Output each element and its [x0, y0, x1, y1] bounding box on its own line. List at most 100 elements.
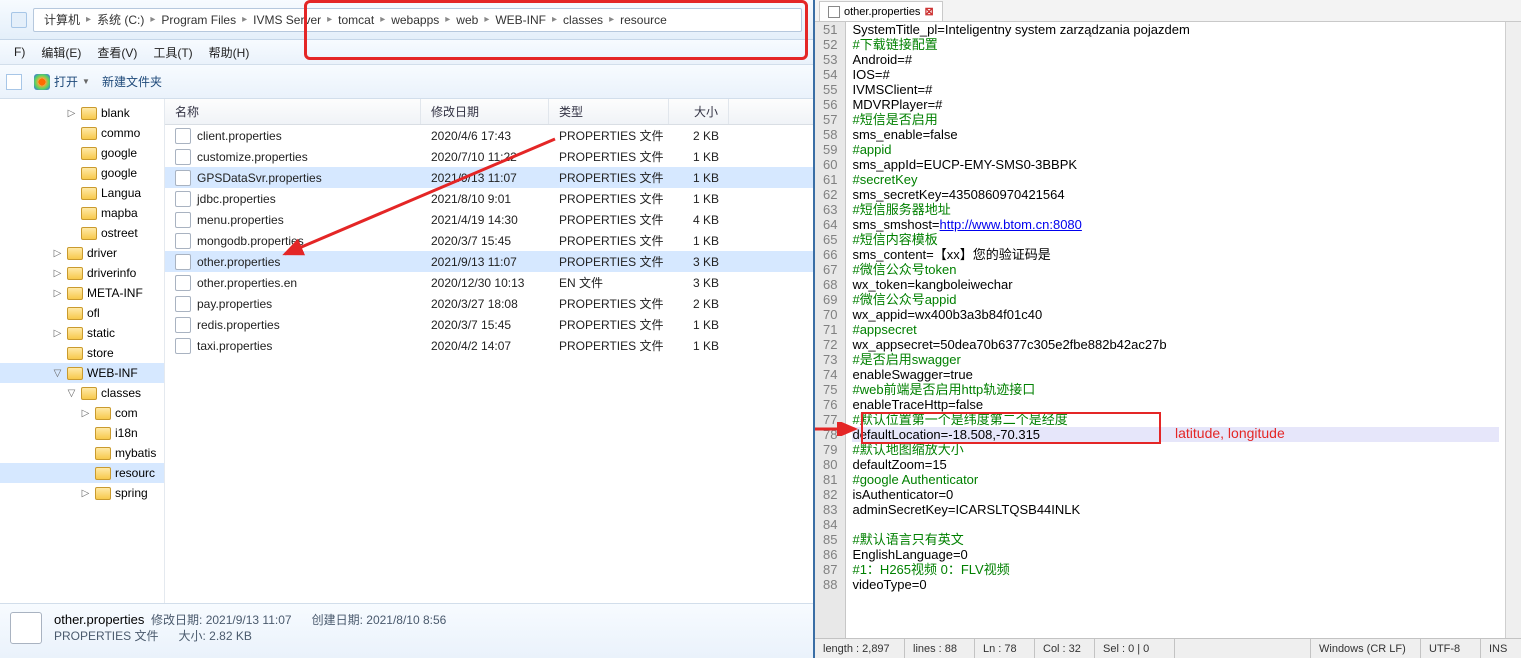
code-line[interactable]: Android=# [852, 52, 1499, 67]
tree-item[interactable]: google [0, 143, 164, 163]
new-folder-button[interactable]: 新建文件夹 [102, 73, 162, 90]
code-line[interactable]: adminSecretKey=ICARSLTQSB44INLK [852, 502, 1499, 517]
tree-item[interactable]: ofl [0, 303, 164, 323]
tree-item[interactable]: ▷com [0, 403, 164, 423]
breadcrumb[interactable]: 计算机▸系统 (C:)▸Program Files▸IVMS Server▸to… [33, 8, 802, 32]
tree-item[interactable]: i18n [0, 423, 164, 443]
file-row[interactable]: client.properties2020/4/6 17:43PROPERTIE… [165, 125, 813, 146]
file-row[interactable]: other.properties2021/9/13 11:07PROPERTIE… [165, 251, 813, 272]
code-line[interactable]: #默认语言只有英文 [852, 532, 1499, 547]
col-type[interactable]: 类型 [549, 99, 669, 124]
menu-tools[interactable]: 工具(T) [145, 44, 200, 61]
tree-item[interactable]: ▽WEB-INF [0, 363, 164, 383]
breadcrumb-seg[interactable]: Program Files [155, 13, 242, 27]
code-line[interactable]: #默认位置第一个是纬度第二个是经度 [852, 412, 1499, 427]
code-line[interactable]: defaultLocation=-18.508,-70.315 [852, 427, 1499, 442]
vertical-scrollbar[interactable] [1505, 22, 1521, 638]
col-name[interactable]: 名称 [165, 99, 421, 124]
nav-back-button[interactable] [11, 12, 27, 28]
tree-item[interactable]: Langua [0, 183, 164, 203]
code-line[interactable]: #下载链接配置 [852, 37, 1499, 52]
code-line[interactable]: #appsecret [852, 322, 1499, 337]
code-line[interactable]: #appid [852, 142, 1499, 157]
tree-item[interactable]: store [0, 343, 164, 363]
tree-item[interactable]: ostreet [0, 223, 164, 243]
tree-item[interactable]: mapba [0, 203, 164, 223]
code-line[interactable]: #微信公众号token [852, 262, 1499, 277]
tree-item[interactable]: commo [0, 123, 164, 143]
close-icon[interactable]: ⊠ [924, 5, 933, 18]
tree-item[interactable]: ▷static [0, 323, 164, 343]
code-line[interactable]: #短信内容模板 [852, 232, 1499, 247]
organize-dropdown[interactable] [6, 74, 22, 90]
tree-item[interactable]: mybatis [0, 443, 164, 463]
file-row[interactable]: jdbc.properties2021/8/10 9:01PROPERTIES … [165, 188, 813, 209]
code-line[interactable]: isAuthenticator=0 [852, 487, 1499, 502]
code-line[interactable]: EnglishLanguage=0 [852, 547, 1499, 562]
menu-view[interactable]: 查看(V) [89, 44, 145, 61]
tree-item[interactable]: resourc [0, 463, 164, 483]
code-line[interactable] [852, 517, 1499, 532]
code-line[interactable]: sms_enable=false [852, 127, 1499, 142]
breadcrumb-seg[interactable]: 系统 (C:) [91, 11, 150, 28]
file-row[interactable]: taxi.properties2020/4/2 14:07PROPERTIES … [165, 335, 813, 356]
code-line[interactable]: sms_secretKey=4350860970421564 [852, 187, 1499, 202]
code-line[interactable]: enableTraceHttp=false [852, 397, 1499, 412]
tree-item[interactable]: ▷blank [0, 103, 164, 123]
editor-tab[interactable]: other.properties ⊠ [819, 1, 943, 21]
menu-file[interactable]: F) [6, 45, 33, 59]
code-line[interactable]: SystemTitle_pl=Inteligentny system zarzą… [852, 22, 1499, 37]
code-line[interactable]: #微信公众号appid [852, 292, 1499, 307]
file-row[interactable]: menu.properties2021/4/19 14:30PROPERTIES… [165, 209, 813, 230]
code-line[interactable]: wx_appsecret=50dea70b6377c305e2fbe882b42… [852, 337, 1499, 352]
list-header[interactable]: 名称 修改日期 类型 大小 [165, 99, 813, 125]
breadcrumb-seg[interactable]: classes [557, 13, 609, 27]
file-row[interactable]: customize.properties2020/7/10 11:22PROPE… [165, 146, 813, 167]
code-line[interactable]: #是否启用swagger [852, 352, 1499, 367]
code-line[interactable]: wx_appid=wx400b3a3b84f01c40 [852, 307, 1499, 322]
code-line[interactable]: #默认地图缩放大小 [852, 442, 1499, 457]
code-editor[interactable]: 5152535455565758596061626364656667686970… [815, 22, 1521, 638]
code-line[interactable]: #短信服务器地址 [852, 202, 1499, 217]
code-line[interactable]: sms_appId=EUCP-EMY-SMS0-3BBPK [852, 157, 1499, 172]
breadcrumb-seg[interactable]: tomcat [332, 13, 380, 27]
file-row[interactable]: pay.properties2020/3/27 18:08PROPERTIES … [165, 293, 813, 314]
tree-item[interactable]: ▷driver [0, 243, 164, 263]
folder-tree[interactable]: ▷blankcommogooglegoogleLanguamapbaostree… [0, 99, 165, 603]
breadcrumb-seg[interactable]: IVMS Server [247, 13, 327, 27]
file-row[interactable]: other.properties.en2020/12/30 10:13EN 文件… [165, 272, 813, 293]
code-line[interactable]: sms_content=【xx】您的验证码是 [852, 247, 1499, 262]
open-button[interactable]: 打开▼ [34, 73, 90, 90]
breadcrumb-seg[interactable]: resource [614, 13, 673, 27]
tree-item[interactable]: ▷spring [0, 483, 164, 503]
code-line[interactable]: #web前端是否启用http轨迹接口 [852, 382, 1499, 397]
code-line[interactable]: defaultZoom=15 [852, 457, 1499, 472]
code-line[interactable]: wx_token=kangboleiwechar [852, 277, 1499, 292]
menu-edit[interactable]: 编辑(E) [33, 44, 89, 61]
breadcrumb-seg[interactable]: 计算机 [38, 11, 86, 28]
breadcrumb-seg[interactable]: WEB-INF [489, 13, 552, 27]
code-line[interactable]: MDVRPlayer=# [852, 97, 1499, 112]
code-line[interactable]: IOS=# [852, 67, 1499, 82]
code-line[interactable]: videoType=0 [852, 577, 1499, 592]
col-date[interactable]: 修改日期 [421, 99, 549, 124]
file-row[interactable]: redis.properties2020/3/7 15:45PROPERTIES… [165, 314, 813, 335]
code-line[interactable]: #短信是否启用 [852, 112, 1499, 127]
code-line[interactable]: enableSwagger=true [852, 367, 1499, 382]
file-row[interactable]: GPSDataSvr.properties2021/9/13 11:07PROP… [165, 167, 813, 188]
code-content[interactable]: SystemTitle_pl=Inteligentny system zarzą… [846, 22, 1505, 638]
tree-item[interactable]: ▷META-INF [0, 283, 164, 303]
code-line[interactable]: #secretKey [852, 172, 1499, 187]
code-line[interactable]: #google Authenticator [852, 472, 1499, 487]
tree-item[interactable]: ▷driverinfo [0, 263, 164, 283]
tree-item[interactable]: google [0, 163, 164, 183]
menu-help[interactable]: 帮助(H) [201, 44, 258, 61]
code-line[interactable]: IVMSClient=# [852, 82, 1499, 97]
code-line[interactable]: #1：H265视频 0：FLV视频 [852, 562, 1499, 577]
code-line[interactable]: sms_smshost=http://www.btom.cn:8080 [852, 217, 1499, 232]
breadcrumb-seg[interactable]: web [450, 13, 484, 27]
tree-item[interactable]: ▽classes [0, 383, 164, 403]
col-size[interactable]: 大小 [669, 99, 729, 124]
breadcrumb-seg[interactable]: webapps [385, 13, 445, 27]
file-row[interactable]: mongodb.properties2020/3/7 15:45PROPERTI… [165, 230, 813, 251]
